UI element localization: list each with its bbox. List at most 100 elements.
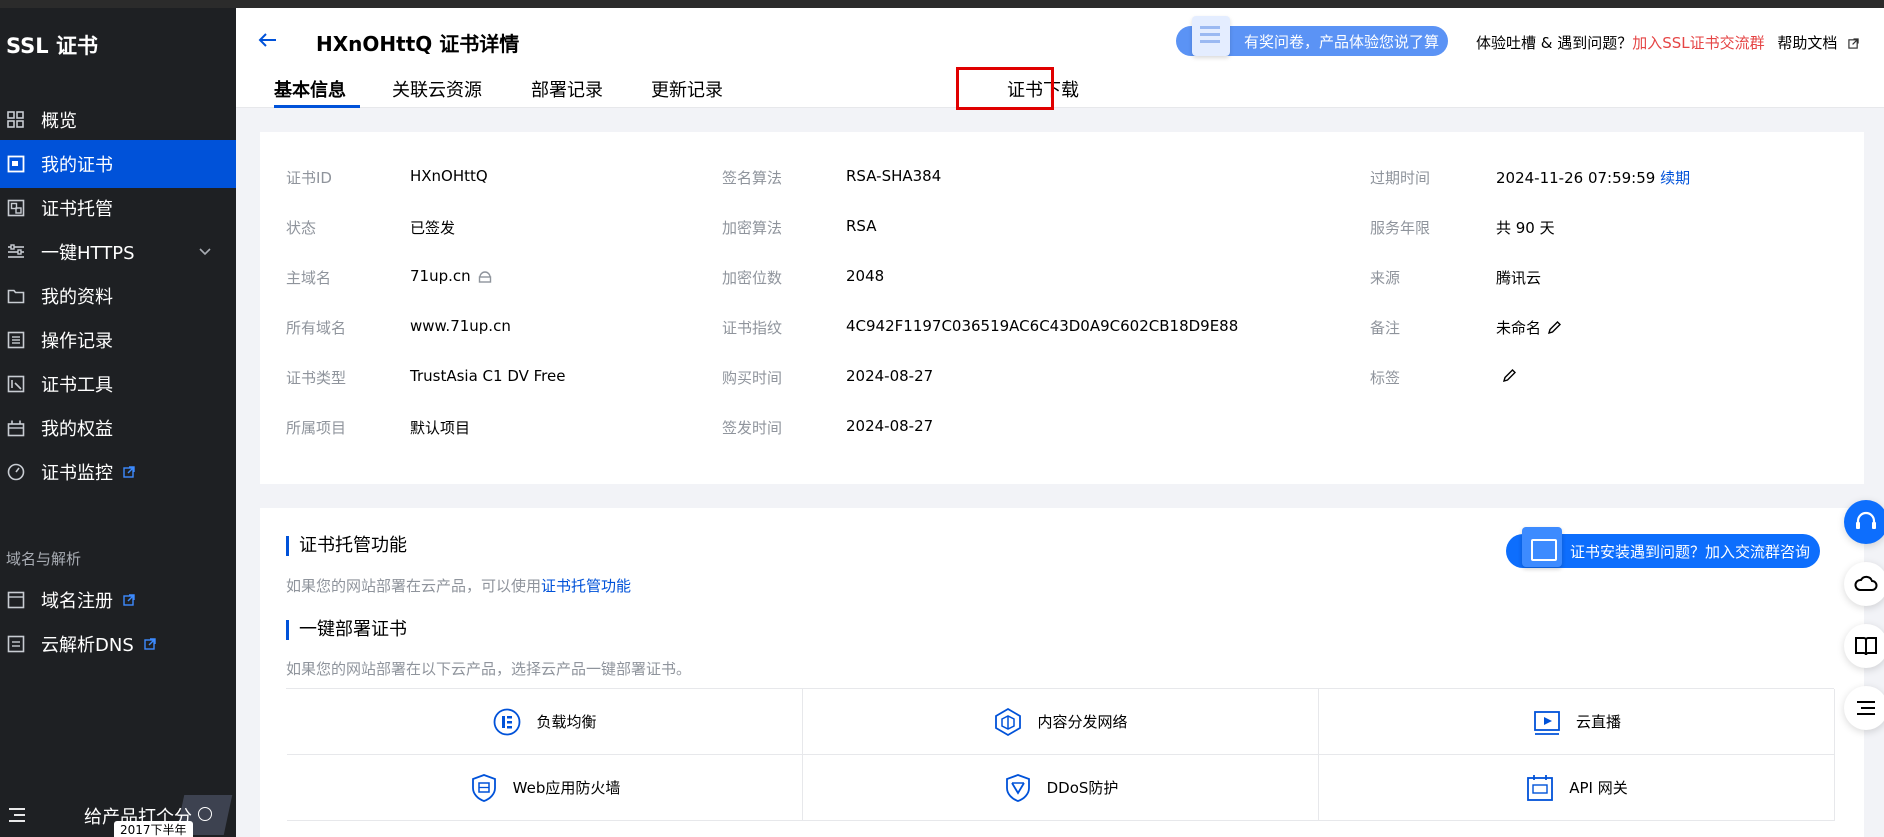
sidebar-item-dns[interactable]: 云解析DNS — [0, 620, 236, 668]
sidebar-item-hosting[interactable]: 证书托管 — [0, 184, 236, 232]
tags-label: 标签 — [1370, 369, 1401, 387]
cloud-icon — [1854, 575, 1878, 591]
folder-icon — [7, 289, 25, 304]
survey-banner[interactable]: 有奖问卷，产品体验您说了算 — [1176, 16, 1448, 56]
deploy-card: 证书托管功能 如果您的网站部署在云产品，可以使用证书托管功能 证书安装遇到问题？… — [260, 508, 1864, 837]
survey-text: 有奖问卷，产品体验您说了算 — [1244, 32, 1440, 51]
collapse-menu-icon[interactable] — [8, 807, 26, 823]
sign-algo-label: 签名算法 — [722, 169, 783, 187]
cdn-icon — [995, 707, 1022, 736]
dns-icon — [7, 635, 25, 653]
help-docs-link[interactable]: 帮助文档 — [1777, 34, 1837, 52]
tab-basic-info[interactable]: 基本信息 — [274, 76, 346, 102]
join-group-link[interactable]: 加入SSL证书交流群 — [1632, 34, 1764, 52]
cloud-assistant-button[interactable] — [1844, 562, 1884, 606]
sidebar-item-my-materials[interactable]: 我的资料 — [0, 272, 236, 320]
back-arrow-icon[interactable] — [258, 32, 278, 48]
hosting-desc-text: 如果您的网站部署在云产品，可以使用 — [286, 577, 542, 595]
gift-icon — [7, 420, 25, 437]
cert-type-label: 证书类型 — [286, 369, 347, 387]
list-menu-button[interactable] — [1844, 686, 1884, 730]
project-value: 默认项目 — [410, 419, 471, 437]
product-load-balancer[interactable]: 负载均衡 — [287, 689, 803, 755]
sign-algo-value: RSA-SHA384 — [846, 167, 942, 185]
sidebar-item-label: 证书工具 — [41, 375, 113, 396]
grid-icon — [7, 111, 24, 128]
book-icon — [1855, 637, 1877, 656]
product-cdn[interactable]: 内容分发网络 — [803, 689, 1319, 755]
sidebar-item-cert-monitor[interactable]: 证书监控 — [0, 448, 236, 496]
product-label: Web应用防火墙 — [512, 779, 621, 797]
customer-service-button[interactable] — [1844, 500, 1884, 544]
feedback-text: 体验吐槽 & 遇到问题？ — [1476, 34, 1633, 52]
sidebar-item-overview[interactable]: 概览 — [0, 96, 236, 144]
edit-pencil-icon[interactable] — [1502, 368, 1517, 383]
source-label: 来源 — [1370, 269, 1401, 287]
main-domain-label: 主域名 — [286, 269, 332, 287]
tab-deploy-records[interactable]: 部署记录 — [531, 76, 603, 102]
domain-icon — [7, 591, 25, 609]
tags-value — [1496, 367, 1517, 385]
sliders-icon — [8, 244, 24, 258]
sidebar-title: SSL 证书 — [6, 34, 98, 58]
sidebar-item-https[interactable]: 一键HTTPS — [0, 228, 236, 276]
main-domain-text: 71up.cn — [410, 267, 471, 285]
sidebar-item-operation-log[interactable]: 操作记录 — [0, 316, 236, 364]
product-api-gateway[interactable]: API 网关 — [1319, 755, 1835, 821]
remark-value: 未命名 — [1496, 317, 1562, 338]
product-live-stream[interactable]: 云直播 — [1319, 689, 1835, 755]
tab-linked-resources[interactable]: 关联云资源 — [392, 76, 482, 102]
waf-icon — [471, 773, 496, 802]
sidebar-item-domain-registration[interactable]: 域名注册 — [0, 576, 236, 624]
external-link-icon — [123, 466, 135, 478]
hosting-section-title: 证书托管功能 — [286, 536, 407, 556]
purchase-time-label: 购买时间 — [722, 369, 783, 387]
tab-update-records[interactable]: 更新记录 — [651, 76, 723, 102]
list-icon — [1857, 701, 1875, 715]
fingerprint-value: 4C942F1197C036519AC6C43D0A9C602CB18D9E88 — [846, 317, 1239, 335]
sidebar-item-label: 一键HTTPS — [41, 243, 135, 264]
service-years-label: 服务年限 — [1370, 219, 1431, 237]
product-label: 内容分发网络 — [1037, 713, 1128, 731]
basic-info-card: 证书ID HXnOHttQ 状态 已签发 主域名 71up.cn 所有域名 ww… — [260, 132, 1864, 484]
join-group-button[interactable]: 证书安装遇到问题？加入交流群咨询 — [1506, 527, 1820, 568]
source-value: 腾讯云 — [1496, 269, 1542, 287]
page-header: HXnOHttQ 证书详情 有奖问卷，产品体验您说了算 体验吐槽 & 遇到问题？… — [236, 8, 1884, 110]
renew-link[interactable]: 续期 — [1660, 169, 1690, 187]
download-tab-highlight — [956, 67, 1054, 110]
tool-icon — [7, 375, 25, 393]
expire-time-label: 过期时间 — [1370, 169, 1431, 187]
chevron-down-icon — [199, 248, 211, 256]
sidebar-item-label: 云解析DNS — [41, 635, 134, 656]
log-icon — [7, 331, 25, 349]
rate-badge: 2017下半年 — [114, 821, 193, 837]
product-label: 负载均衡 — [536, 713, 597, 731]
external-link-icon — [144, 638, 156, 650]
enc-algo-label: 加密算法 — [722, 219, 783, 237]
hosting-icon — [7, 199, 25, 217]
product-ddos[interactable]: DDoS防护 — [803, 755, 1319, 821]
edit-pencil-icon[interactable] — [1547, 320, 1562, 335]
sidebar-item-cert-tools[interactable]: 证书工具 — [0, 360, 236, 408]
status-label: 状态 — [286, 219, 317, 237]
api-gateway-icon — [1527, 774, 1554, 801]
docs-button[interactable] — [1844, 624, 1884, 668]
issue-time-label: 签发时间 — [722, 419, 783, 437]
deploy-section-title: 一键部署证书 — [286, 620, 407, 640]
product-label: 云直播 — [1575, 713, 1621, 731]
purchase-time-value: 2024-08-27 — [846, 367, 934, 385]
sidebar-item-label: 证书托管 — [41, 199, 113, 220]
survey-doc-icon — [1192, 16, 1230, 56]
key-bits-label: 加密位数 — [722, 269, 783, 287]
sidebar-footer: 给产品打个分 2017下半年 — [0, 793, 236, 837]
product-waf[interactable]: Web应用防火墙 — [287, 755, 803, 821]
join-group-text: 证书安装遇到问题？加入交流群咨询 — [1570, 542, 1811, 561]
external-link-icon — [1848, 38, 1859, 49]
sidebar-item-label: 操作记录 — [41, 331, 113, 352]
sidebar-item-my-benefits[interactable]: 我的权益 — [0, 404, 236, 452]
product-label: DDoS防护 — [1046, 779, 1119, 797]
arrow-circle-icon — [198, 807, 212, 821]
active-tab-indicator — [274, 105, 360, 108]
sidebar-item-my-certificates[interactable]: 我的证书 — [0, 140, 236, 188]
hosting-link[interactable]: 证书托管功能 — [541, 577, 631, 595]
